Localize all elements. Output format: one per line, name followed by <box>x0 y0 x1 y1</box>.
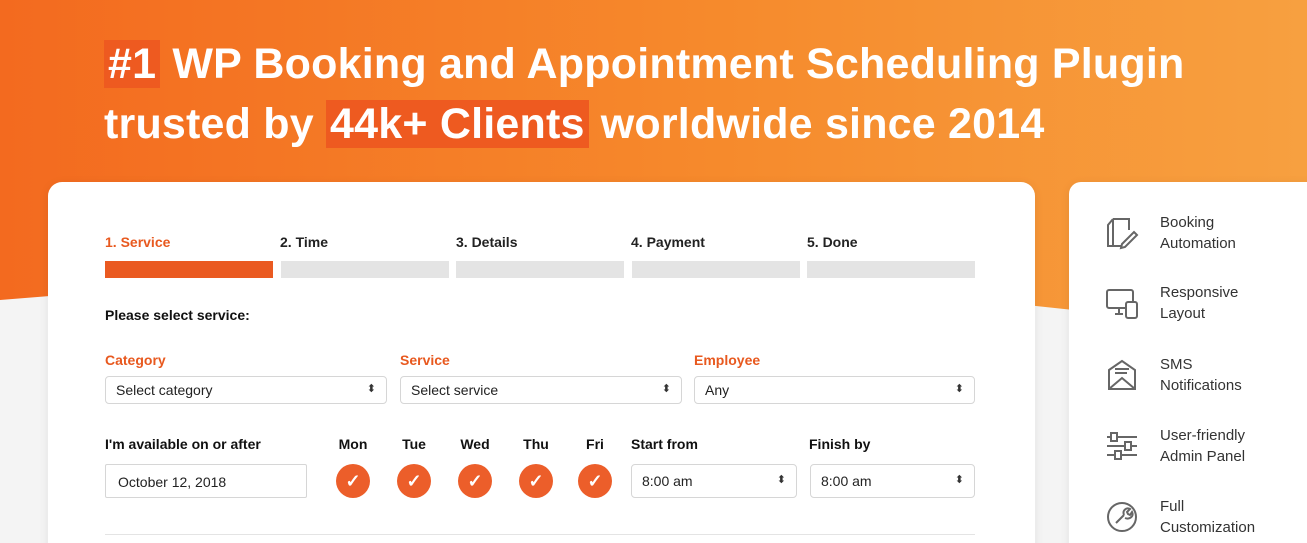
employee-label: Employee <box>694 352 761 368</box>
category-label: Category <box>105 352 166 368</box>
service-label: Service <box>400 352 450 368</box>
feature-title: SMS <box>1160 356 1193 373</box>
progress-bar-service <box>105 261 273 278</box>
feature-subtitle: Admin Panel <box>1160 448 1246 465</box>
feature-text: Responsive Layout <box>1160 282 1307 324</box>
select-arrow-icon: ⬍ <box>776 474 786 486</box>
progress-bar-details <box>456 261 624 278</box>
feature-title: Full <box>1160 498 1185 515</box>
feature-text: User-friendly Admin Panel <box>1160 425 1307 467</box>
booking-automation-icon <box>1107 218 1139 250</box>
headline-line-2: trusted by 44k+ Clients worldwide since … <box>104 94 1184 154</box>
day-checkbox-thu[interactable]: ✓ <box>519 464 553 498</box>
headline-text-2a: trusted by <box>104 100 314 148</box>
customization-icon <box>1107 502 1137 532</box>
feature-title: Responsive <box>1160 284 1239 301</box>
feature-sms-notifications: SMS Notifications <box>1105 354 1307 404</box>
feature-subtitle: Automation <box>1160 235 1236 252</box>
day-checkbox-mon[interactable]: ✓ <box>336 464 370 498</box>
select-arrow-icon: ⬍ <box>366 383 376 395</box>
feature-text: Full Customization <box>1160 496 1307 538</box>
feature-booking-automation: Booking Automation <box>1105 212 1307 262</box>
progress-bar-payment <box>632 261 800 278</box>
sms-notifications-icon <box>1108 359 1136 390</box>
start-time-select[interactable]: 8:00 am ⬍ <box>631 464 797 498</box>
day-checkbox-wed[interactable]: ✓ <box>458 464 492 498</box>
feature-subtitle: Notifications <box>1160 377 1242 394</box>
finish-time-value: 8:00 am <box>821 473 872 489</box>
clients-badge: 44k+ Clients <box>326 100 589 148</box>
select-arrow-icon: ⬍ <box>661 383 671 395</box>
feature-title: Booking <box>1160 214 1215 231</box>
day-checkbox-tue[interactable]: ✓ <box>397 464 431 498</box>
progress-bar-time <box>281 261 449 278</box>
headline-text-1: WP Booking and Appointment Scheduling Pl… <box>172 40 1185 88</box>
service-select[interactable]: Select service ⬍ <box>400 376 682 404</box>
progress-bar-done <box>807 261 975 278</box>
feature-text: SMS Notifications <box>1160 354 1307 396</box>
select-arrow-icon: ⬍ <box>954 383 964 395</box>
booking-form-card: 1. Service 2. Time 3. Details 4. Payment… <box>48 182 1035 543</box>
feature-title: User-friendly <box>1160 427 1246 444</box>
day-label-tue: Tue <box>402 436 426 452</box>
step-service[interactable]: 1. Service <box>105 234 170 250</box>
feature-responsive-layout: Responsive Layout <box>1105 282 1307 332</box>
feature-subtitle: Customization <box>1160 519 1256 536</box>
rank-badge: #1 <box>104 40 161 88</box>
step-done[interactable]: 5. Done <box>807 234 858 250</box>
day-label-fri: Fri <box>586 436 604 452</box>
available-after-label: I'm available on or after <box>105 436 261 452</box>
step-payment[interactable]: 4. Payment <box>631 234 705 250</box>
employee-select-value: Any <box>705 382 730 398</box>
feature-customization: Full Customization <box>1105 496 1307 543</box>
feature-text: Booking Automation <box>1160 212 1307 254</box>
form-divider <box>105 534 975 535</box>
select-service-heading: Please select service: <box>105 307 250 323</box>
date-input[interactable]: October 12, 2018 <box>105 464 307 498</box>
day-label-thu: Thu <box>523 436 549 452</box>
day-label-mon: Mon <box>338 436 368 452</box>
feature-admin-panel: User-friendly Admin Panel <box>1105 425 1307 475</box>
finish-time-select[interactable]: 8:00 am ⬍ <box>810 464 975 498</box>
service-select-value: Select service <box>411 382 499 398</box>
category-select[interactable]: Select category ⬍ <box>105 376 387 404</box>
start-from-label: Start from <box>631 436 698 452</box>
admin-panel-icon <box>1107 432 1137 460</box>
select-arrow-icon: ⬍ <box>954 474 964 486</box>
headline-line-1: #1 WP Booking and Appointment Scheduling… <box>104 34 1184 94</box>
step-details[interactable]: 3. Details <box>456 234 517 250</box>
day-checkbox-fri[interactable]: ✓ <box>578 464 612 498</box>
responsive-layout-icon <box>1106 289 1138 319</box>
step-time[interactable]: 2. Time <box>280 234 328 250</box>
feature-subtitle: Layout <box>1160 305 1206 322</box>
headline-text-2b: worldwide since 2014 <box>600 100 1045 148</box>
day-label-wed: Wed <box>460 436 490 452</box>
features-panel: Booking Automation Responsive Layout SMS… <box>1069 182 1307 543</box>
employee-select[interactable]: Any ⬍ <box>694 376 975 404</box>
start-time-value: 8:00 am <box>642 473 693 489</box>
category-select-value: Select category <box>116 382 213 398</box>
headline: #1 WP Booking and Appointment Scheduling… <box>104 34 1184 154</box>
finish-by-label: Finish by <box>809 436 871 452</box>
